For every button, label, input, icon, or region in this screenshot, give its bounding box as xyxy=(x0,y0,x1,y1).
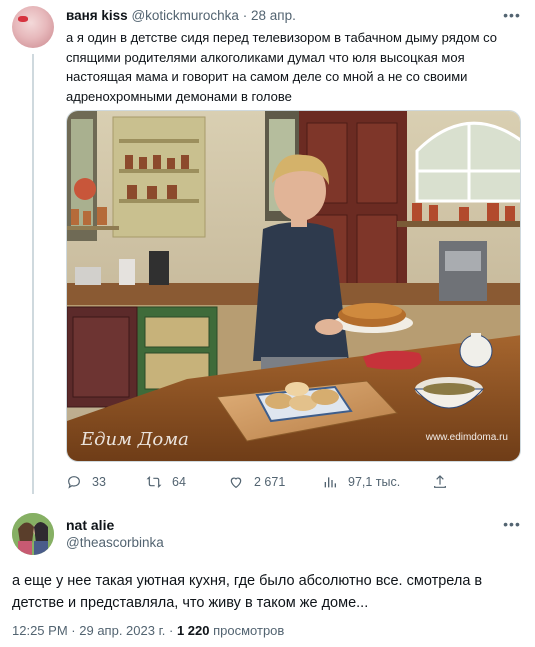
reply-icon xyxy=(68,476,80,489)
share-icon xyxy=(434,475,446,488)
views-label: просмотров xyxy=(213,623,285,638)
meta-separator: · xyxy=(168,623,174,638)
author-display-name[interactable]: nat alie xyxy=(66,517,114,533)
author-avatar[interactable] xyxy=(12,513,54,555)
reply-button[interactable]: 33 xyxy=(66,474,106,490)
reply-count: 33 xyxy=(92,475,106,489)
like-count: 2 671 xyxy=(254,475,286,489)
views-count: 97,1 тыс. xyxy=(348,475,401,489)
like-icon xyxy=(230,477,242,489)
tweet-actions-bar: 33 64 2 671 97,1 тыс. xyxy=(66,474,456,494)
header-separator: · xyxy=(242,8,248,23)
author-display-name[interactable]: ваня kiss xyxy=(66,8,128,23)
like-button[interactable]: 2 671 xyxy=(228,474,285,490)
author-handle[interactable]: @theascorbinka xyxy=(66,535,164,550)
kitchen-photo: Едим Дома xyxy=(67,111,520,461)
tweet-text: а еще у нее такая уютная кухня, где было… xyxy=(12,573,483,611)
retweet-button[interactable]: 64 xyxy=(146,474,186,490)
views-button[interactable]: 97,1 тыс. xyxy=(322,474,400,490)
share-button[interactable] xyxy=(432,474,448,490)
retweet-icon xyxy=(146,476,162,488)
thread-connector-line xyxy=(32,54,34,494)
tweet-second[interactable]: nat alie @theascorbinka ••• а еще у нее … xyxy=(0,505,535,647)
tweet-first[interactable]: ваня kiss @kotickmurochka · 28 апр. ••• … xyxy=(0,0,535,500)
tweet-media-image[interactable]: Едим Дома www.edimdoma.ru xyxy=(66,110,521,462)
author-handle[interactable]: @kotickmurochka xyxy=(131,8,239,23)
tweet-date[interactable]: 28 апр. xyxy=(251,8,296,23)
edimdoma-logo: Едим Дома xyxy=(80,429,189,450)
tweet-header: ваня kiss @kotickmurochka · 28 апр. xyxy=(66,8,296,23)
views-icon xyxy=(324,477,336,488)
tweet-date[interactable]: 29 апр. 2023 г. xyxy=(79,623,165,638)
more-icon[interactable]: ••• xyxy=(501,517,523,535)
watermark-url: www.edimdoma.ru xyxy=(425,432,508,443)
tweet-time[interactable]: 12:25 PM xyxy=(12,623,68,638)
avatar-illustration xyxy=(12,513,54,555)
meta-separator: · xyxy=(71,623,76,638)
tweet-text: а я один в детстве сидя перед телевизоро… xyxy=(66,30,497,104)
views-count: 1 220 xyxy=(176,623,210,638)
author-avatar[interactable] xyxy=(12,6,54,48)
more-icon[interactable]: ••• xyxy=(501,8,523,26)
retweet-count: 64 xyxy=(172,475,186,489)
tweet-meta: 12:25 PM · 29 апр. 2023 г. · 1 220 просм… xyxy=(12,623,284,638)
